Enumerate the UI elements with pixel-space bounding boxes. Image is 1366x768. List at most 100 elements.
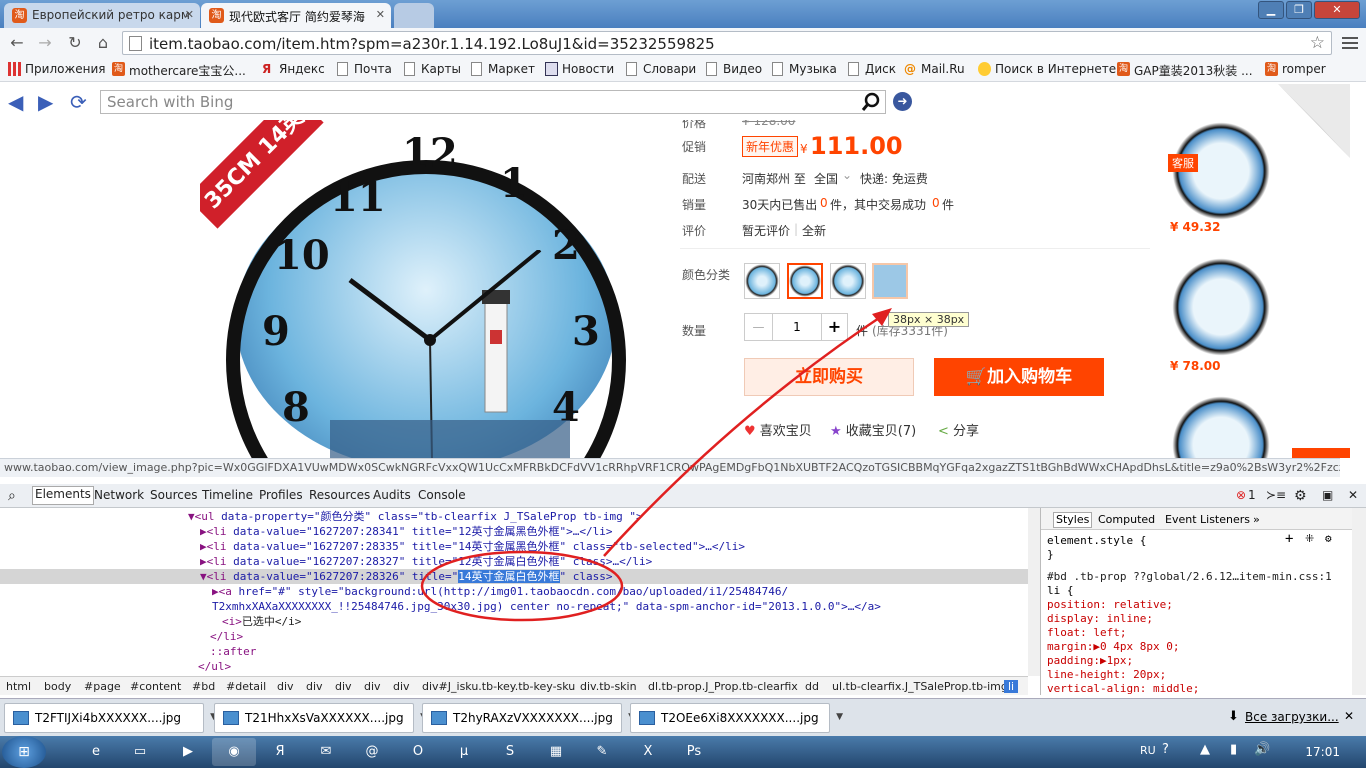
quantity-stepper[interactable]: — 1 + <box>744 313 848 341</box>
devtools-tab-timeline[interactable]: Timeline <box>202 488 253 502</box>
media-player-icon[interactable]: ▶ <box>166 738 210 766</box>
devtools-tab-elements[interactable]: Elements <box>32 486 94 505</box>
bookmark-karty[interactable]: Карты <box>404 62 461 76</box>
color-swatch-12-black[interactable] <box>744 263 780 299</box>
breadcrumb-item-selected[interactable]: li <box>1004 680 1019 693</box>
style-property[interactable]: display: inline; <box>1047 612 1153 626</box>
download-item[interactable]: T21HhxXsVaXXXXXX....jpg▼ <box>214 703 427 733</box>
bookmark-poisk[interactable]: Поиск в Интернете <box>978 62 1116 76</box>
add-rule-icon[interactable]: + <box>1285 532 1293 546</box>
buy-now-button[interactable]: 立即购买 <box>744 358 914 396</box>
quantity-minus-button[interactable]: — <box>745 314 773 340</box>
breadcrumb-item[interactable]: div <box>335 680 352 693</box>
bookmark-novosti[interactable]: Новости <box>545 62 614 76</box>
back-arrow-icon[interactable]: ← <box>6 32 28 54</box>
floating-panel-tab[interactable] <box>1292 448 1350 458</box>
breadcrumb-item[interactable]: div <box>364 680 381 693</box>
breadcrumb-item[interactable]: div <box>277 680 294 693</box>
close-downloads-icon[interactable]: ✕ <box>1344 709 1354 723</box>
url-input[interactable]: item.taobao.com/item.htm?spm=a230r.1.14.… <box>122 31 1332 55</box>
chevron-down-icon[interactable]: ▼ <box>836 712 843 722</box>
related-item-price[interactable]: ¥ 78.00 <box>1170 359 1220 373</box>
dom-node[interactable]: </ul> <box>198 659 231 674</box>
styles-scrollbar[interactable] <box>1352 508 1366 695</box>
explorer-icon[interactable]: ▭ <box>118 738 162 766</box>
more-tabs-icon[interactable]: » <box>1253 513 1260 527</box>
share-link[interactable]: < 分享 <box>938 420 979 439</box>
dom-node[interactable]: </li> <box>210 629 243 644</box>
chrome-icon[interactable]: ◉ <box>212 738 256 766</box>
bookmark-mailru[interactable]: @ Mail.Ru <box>904 62 965 76</box>
bookmark-pochta[interactable]: Почта <box>337 62 392 76</box>
error-icon[interactable]: ⊗ <box>1236 488 1246 502</box>
window-close-icon[interactable]: ✕ <box>1314 1 1360 19</box>
chrome-menu-icon[interactable] <box>1340 34 1360 52</box>
new-tab-button[interactable] <box>394 3 434 28</box>
breadcrumb-item[interactable]: div <box>393 680 410 693</box>
bookmark-yandex[interactable]: Я Яндекс <box>262 62 325 76</box>
breadcrumb-item[interactable]: #detail <box>226 680 266 693</box>
quantity-plus-button[interactable]: + <box>821 314 847 340</box>
devtools-tab-audits[interactable]: Audits <box>373 488 411 502</box>
chevron-down-icon[interactable]: ⌄ <box>842 168 852 182</box>
bookmark-market[interactable]: Маркет <box>471 62 535 76</box>
console-drawer-icon[interactable]: ≻≡ <box>1266 488 1286 502</box>
close-tab-icon[interactable]: ✕ <box>185 8 194 21</box>
skype-icon[interactable]: S <box>488 738 532 766</box>
element-state-icon[interactable]: ⁜ <box>1305 532 1314 546</box>
bookmark-disk[interactable]: Диск <box>848 62 896 76</box>
breadcrumb-item[interactable]: #bd <box>192 680 215 693</box>
dom-node[interactable]: ▶<li data-value="1627207:28335" title="1… <box>200 539 745 554</box>
dom-node[interactable]: T2xmhxXAXaXXXXXXXX_!!25484746.jpg_30x30.… <box>212 599 881 614</box>
customer-service-badge[interactable]: 客服 <box>1168 154 1198 172</box>
help-icon[interactable]: ? <box>1162 742 1169 757</box>
page-curl-icon[interactable] <box>1278 84 1350 158</box>
computed-tab[interactable]: Computed <box>1098 513 1155 527</box>
bookmark-gap[interactable]: 淘 GAP童装2013秋装 ... <box>1117 62 1253 79</box>
devtools-tab-resources[interactable]: Resources <box>309 488 370 502</box>
devtools-tab-sources[interactable]: Sources <box>150 488 197 502</box>
all-downloads-link[interactable]: Все загрузки... <box>1245 710 1339 724</box>
bing-forward-icon[interactable]: ▶ <box>38 90 53 114</box>
related-item-thumb[interactable] <box>1172 258 1270 356</box>
style-property[interactable]: position: relative; <box>1047 598 1173 612</box>
product-main-image[interactable]: 12 1 2 3 4 8 9 10 11 35CM 14英寸 <box>200 120 662 458</box>
breadcrumb-item[interactable]: div <box>306 680 323 693</box>
download-item[interactable]: T2hyRAXzVXXXXXXX....jpg▼ <box>422 703 635 733</box>
devtools-close-icon[interactable]: ✕ <box>1348 488 1358 502</box>
breadcrumb-item[interactable]: div.tb-skin <box>580 680 637 693</box>
styles-tab[interactable]: Styles <box>1053 512 1093 528</box>
bookmark-star-icon[interactable]: ☆ <box>1310 33 1325 53</box>
opera-icon[interactable]: O <box>396 738 440 766</box>
favorite-link[interactable]: ★ 收藏宝贝(7) <box>830 420 916 439</box>
dom-node[interactable]: ▶<li data-value="1627207:28341" title="1… <box>200 524 613 539</box>
yandex-taskbar-icon[interactable]: Я <box>258 738 302 766</box>
style-property[interactable]: vertical-align: middle; <box>1047 682 1199 695</box>
dom-node[interactable]: ▶<a href="#" style="background:url(http:… <box>212 584 788 599</box>
reload-icon[interactable]: ↻ <box>64 32 86 54</box>
like-link[interactable]: ♥ 喜欢宝贝 <box>744 420 812 439</box>
breadcrumb-item[interactable]: ul.tb-clearfix.J_TSaleProp.tb-img <box>832 680 1008 693</box>
style-rule-selector[interactable]: #bd .tb-prop ??global/2.6.12…item-min.cs… <box>1047 570 1332 584</box>
delivery-destination[interactable]: 全国 <box>814 170 838 187</box>
dom-node[interactable]: <i>已选中</i> <box>222 614 301 629</box>
paint-icon[interactable]: ✎ <box>580 738 624 766</box>
bookmark-video[interactable]: Видео <box>706 62 762 76</box>
bing-back-icon[interactable]: ◀ <box>8 90 23 114</box>
close-tab-icon[interactable]: ✕ <box>376 8 385 21</box>
browser-tab-2-active[interactable]: 淘 现代欧式客厅 简约爱琴海 ✕ <box>201 3 391 28</box>
style-property[interactable]: line-height: 20px; <box>1047 668 1166 682</box>
color-swatch-12-white[interactable] <box>830 263 866 299</box>
bing-refresh-icon[interactable]: ⟳ <box>70 90 87 114</box>
bookmark-mothercare[interactable]: 淘 mothercare宝宝公... <box>112 62 246 79</box>
maximize-icon[interactable]: ❐ <box>1286 1 1312 19</box>
download-item[interactable]: T2OEe6Xi8XXXXXXX....jpg ▼ <box>630 703 843 733</box>
mail-icon[interactable]: ✉ <box>304 738 348 766</box>
excel-icon[interactable]: X <box>626 738 670 766</box>
dom-pseudo[interactable]: ::after <box>210 644 256 659</box>
breadcrumb-item[interactable]: dd <box>805 680 819 693</box>
elements-tree[interactable]: ▼<ul data-property="颜色分类" class="tb-clea… <box>0 508 1028 676</box>
dom-node[interactable]: ▼<ul data-property="颜色分类" class="tb-clea… <box>188 509 643 524</box>
utorrent-icon[interactable]: µ <box>442 738 486 766</box>
browser-tab-1[interactable]: 淘 Европейский ретро карм ✕ <box>4 3 200 28</box>
